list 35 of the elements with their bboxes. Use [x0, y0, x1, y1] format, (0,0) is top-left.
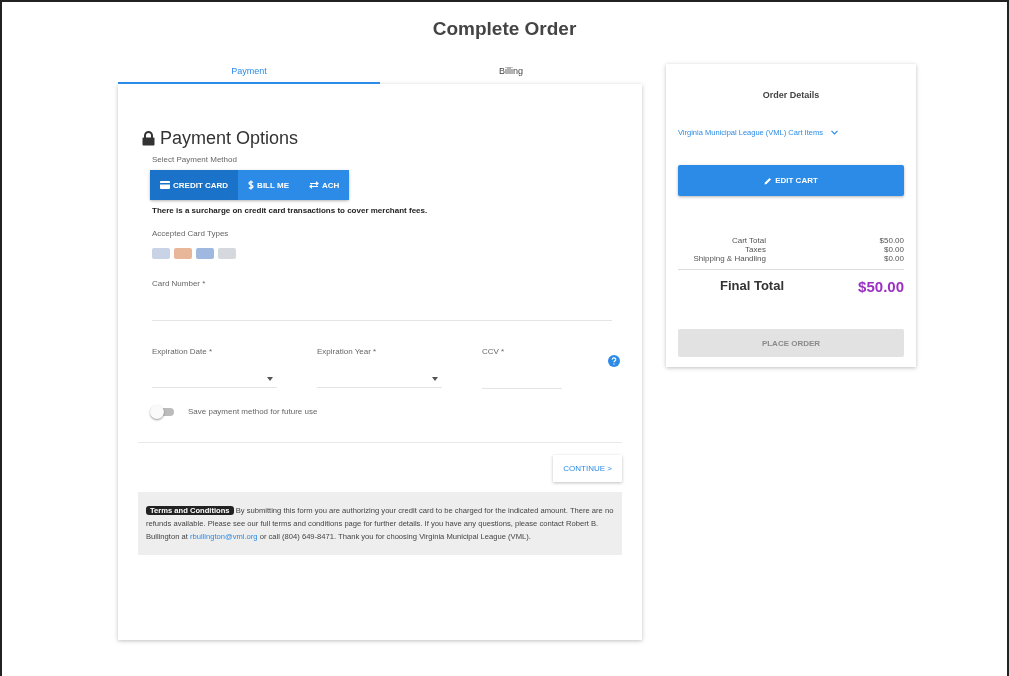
- continue-button[interactable]: CONTINUE >: [553, 455, 622, 482]
- toggle-label: Save payment method for future use: [188, 407, 318, 416]
- summary-label: Shipping & Handling: [692, 254, 766, 263]
- tab[interactable]: Billing: [380, 62, 642, 84]
- lock-icon: [142, 131, 155, 146]
- save-toggle[interactable]: [152, 407, 174, 416]
- caret-icon: [432, 376, 438, 381]
- field-label: Accepted Card Types: [152, 229, 230, 238]
- edit-cart-button[interactable]: EDIT CART: [678, 165, 904, 196]
- summary-value: $50.00: [878, 236, 904, 245]
- payment-method-button[interactable]: BILL ME: [238, 170, 299, 200]
- field-label: CCV *: [482, 347, 506, 356]
- summary-value: $0.00: [882, 245, 904, 254]
- summary-value: $0.00: [882, 254, 904, 263]
- section-heading: Payment Options: [160, 128, 299, 149]
- field-label: Card Number *: [152, 279, 207, 288]
- dollar-icon: [248, 180, 255, 190]
- field-label: Expiration Year *: [317, 347, 378, 356]
- order-details-heading: Order Details: [761, 90, 821, 100]
- payment-method-button[interactable]: ACH: [298, 170, 350, 200]
- payment-method-button[interactable]: CREDIT CARD: [150, 170, 239, 200]
- summary-label: Cart Total: [730, 236, 766, 245]
- surcharge-note: There is a surcharge on credit card transactions to cover merchant fees.: [152, 206, 429, 215]
- final-total-value: $50.00: [858, 278, 904, 295]
- pencil-icon: [764, 176, 773, 185]
- exchange-icon: [308, 181, 319, 189]
- page-title: Complete Order: [431, 18, 578, 40]
- chevron-down-icon[interactable]: [830, 130, 838, 135]
- field-label: Expiration Date *: [152, 347, 214, 356]
- caret-icon: [267, 376, 273, 381]
- final-total-label: Final Total: [720, 278, 785, 295]
- summary-label: Taxes: [744, 245, 766, 254]
- field-label: Select Payment Method: [152, 155, 238, 164]
- credit-card-icon: [160, 181, 170, 189]
- help-icon[interactable]: [608, 355, 620, 367]
